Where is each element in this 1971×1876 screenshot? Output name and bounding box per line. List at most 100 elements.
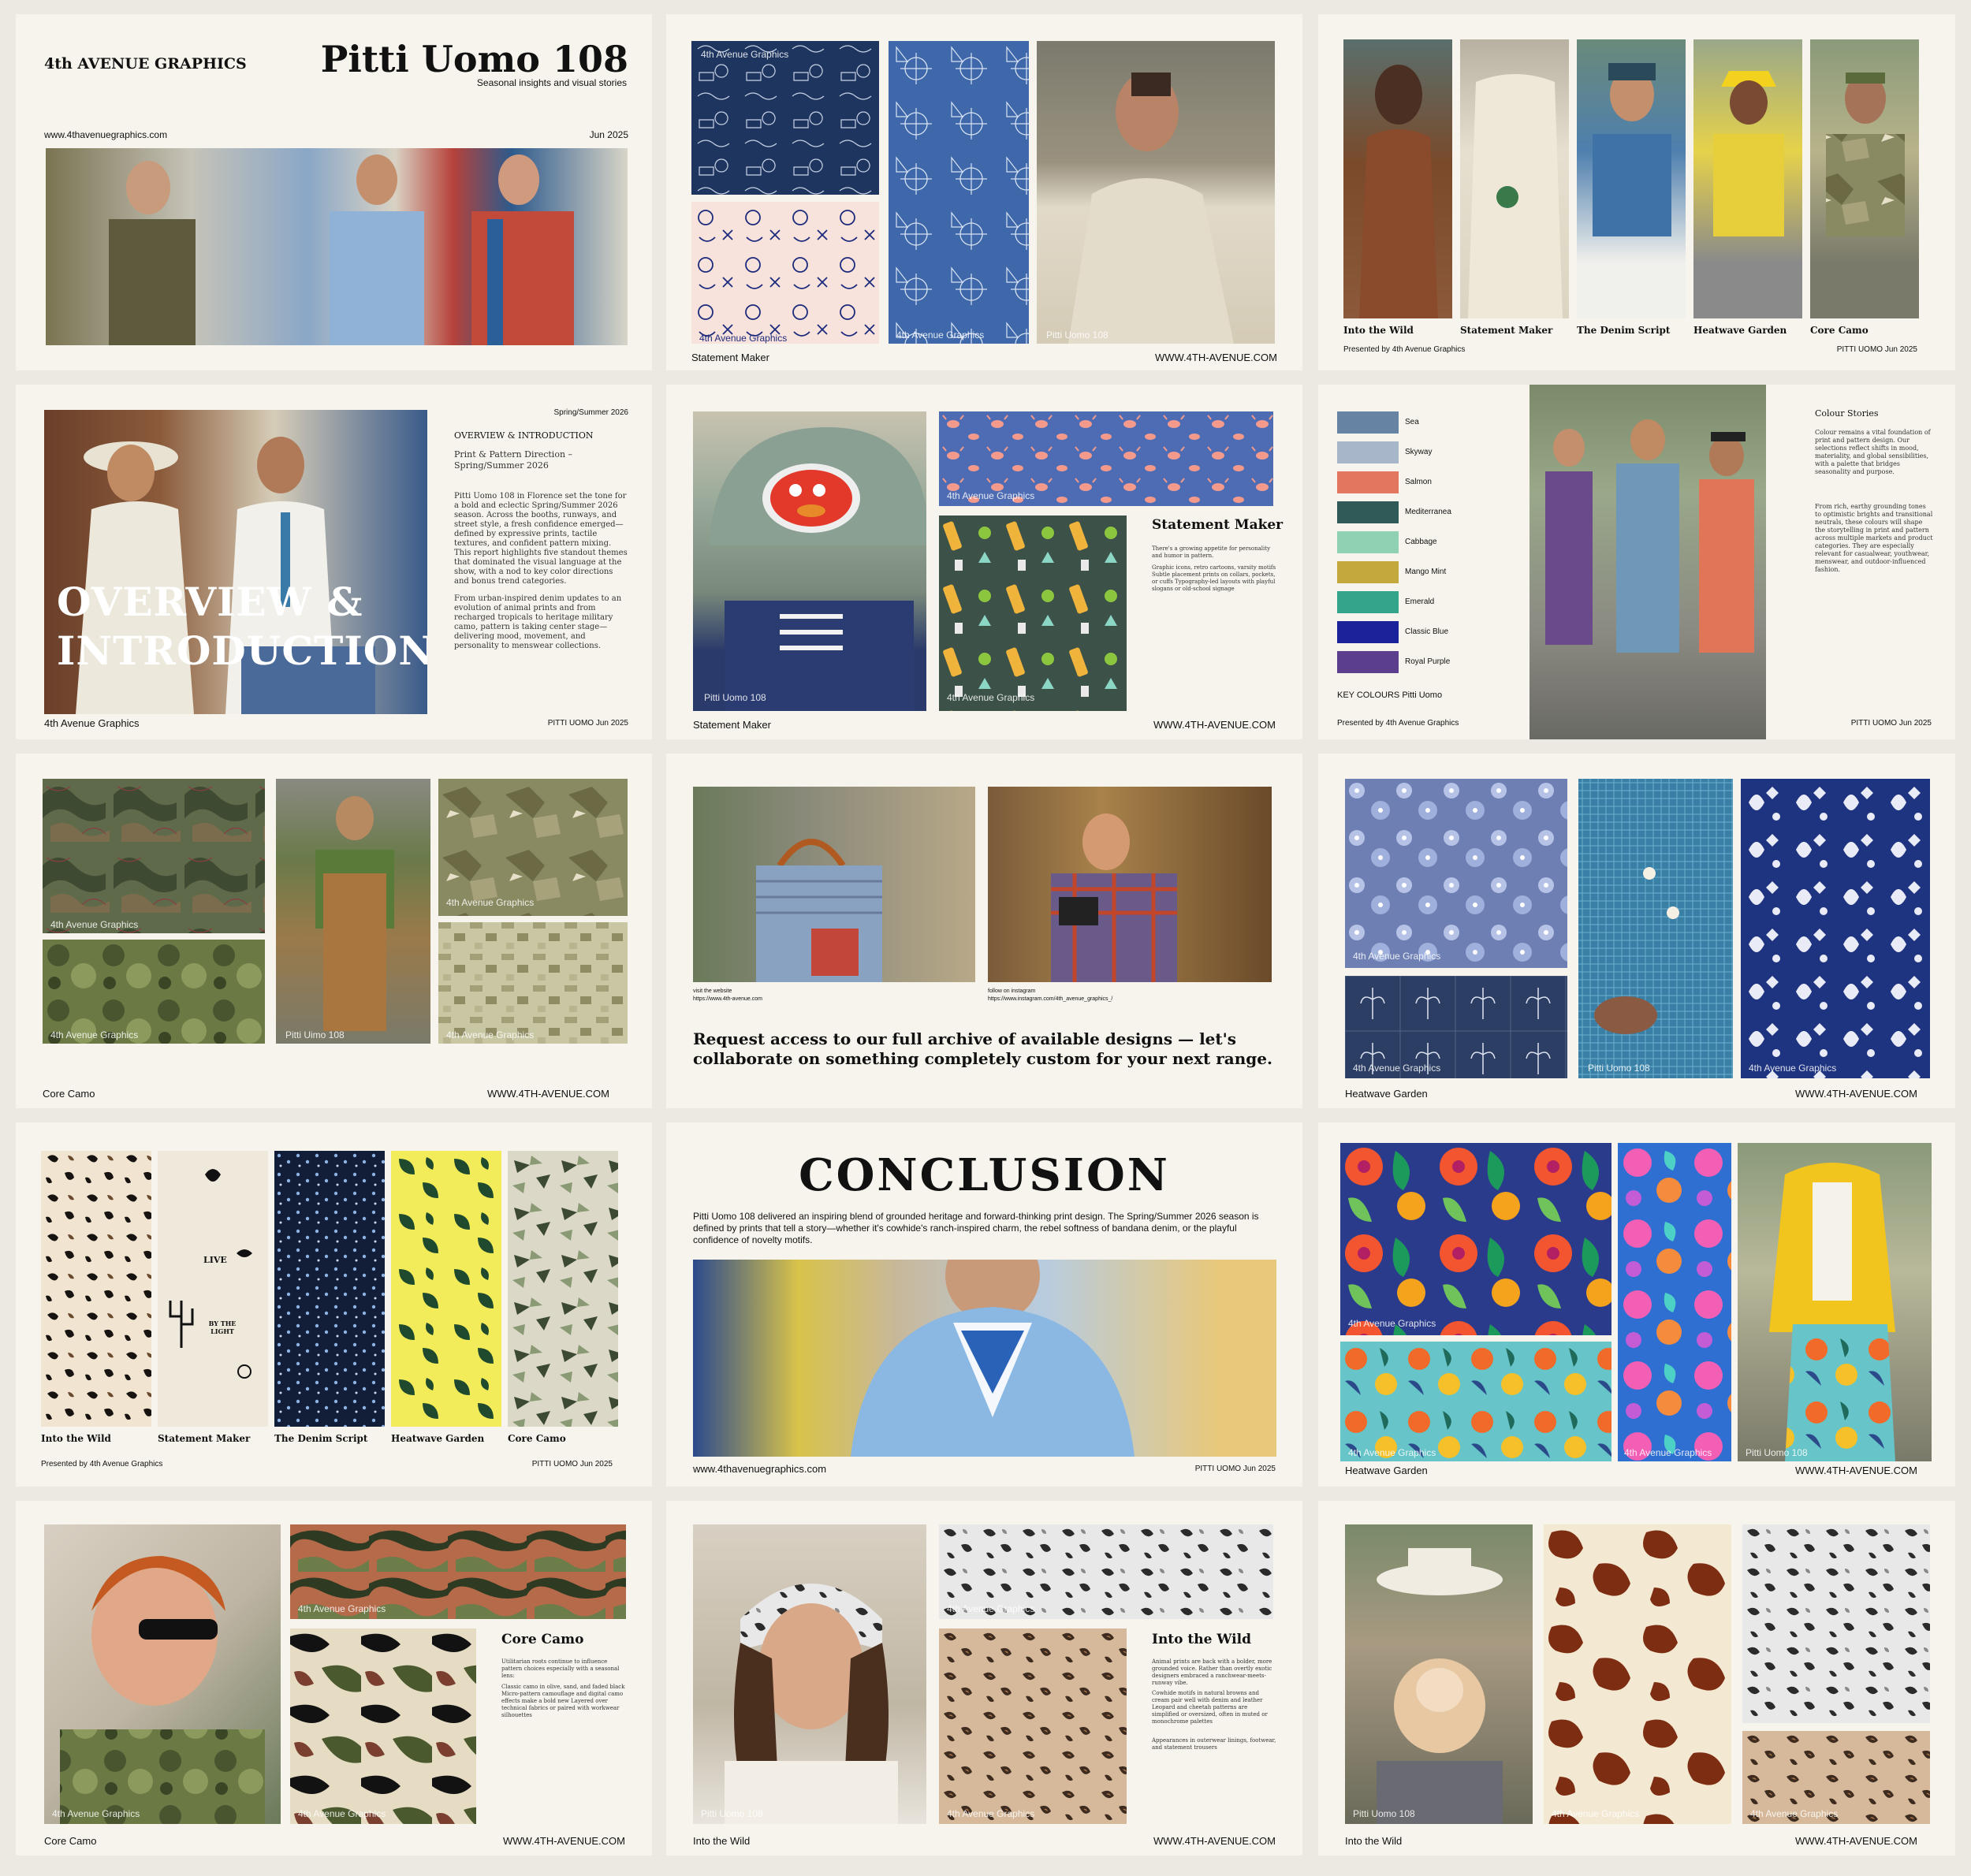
slide-into-the-wild: Pitti Uomo 108 4th Avenue Graphics 4th A… xyxy=(666,1501,1302,1856)
site-url: WWW.4TH-AVENUE.COM xyxy=(1794,1835,1917,1847)
pattern-western-icons: LIVE BY THE LIGHT xyxy=(158,1151,268,1427)
colour-swatch xyxy=(1337,411,1399,434)
slide-theme-patterns: LIVE BY THE LIGHT Into the Wild Statemen… xyxy=(16,1122,652,1487)
cover-date: Jun 2025 xyxy=(589,129,628,140)
theme-label: Core Camo xyxy=(508,1433,566,1444)
site-url: WWW.4TH-AVENUE.COM xyxy=(486,1088,609,1100)
pattern-camo-contour xyxy=(43,779,265,933)
colour-name: Classic Blue xyxy=(1405,627,1449,636)
pattern-camo-olive xyxy=(43,940,265,1044)
pattern-grey-leopard xyxy=(1742,1524,1930,1723)
bandana-photo xyxy=(693,1524,926,1824)
photo-statement-maker xyxy=(1460,39,1569,318)
presented-by: Presented by 4th Avenue Graphics xyxy=(1343,345,1466,354)
footer-date: PITTI UOMO Jun 2025 xyxy=(547,719,628,728)
statement-paragraph-1: There's a growing appetite for personali… xyxy=(1152,545,1271,559)
watermark: 4th Avenue Graphics xyxy=(52,1808,140,1819)
watermark: 4th Avenue Graphics xyxy=(947,490,1035,501)
slide-into-the-wild-patterns: Pitti Uomo 108 4th Avenue Graphics 4th A… xyxy=(1318,1501,1955,1856)
watermark: Pitti Uomo 108 xyxy=(1046,329,1108,341)
overview-photo: OVERVIEW & INTRODUCTION xyxy=(44,410,427,714)
watermark: 4th Avenue Graphics xyxy=(298,1808,386,1819)
footer-url: www.4thavenuegraphics.com xyxy=(693,1463,827,1475)
western-card-text: LIVE xyxy=(203,1255,227,1265)
slide-caption: Core Camo xyxy=(44,1835,97,1847)
wild-paragraph-3: Appearances in outerwear linings, footwe… xyxy=(1152,1737,1276,1751)
pattern-tropical-pink xyxy=(1618,1143,1731,1461)
camera-photo xyxy=(988,787,1272,982)
colour-swatch xyxy=(1337,591,1399,613)
pattern-navy-floral xyxy=(1741,779,1930,1078)
colour-street-photo xyxy=(1529,385,1766,739)
slide-overview: OVERVIEW & INTRODUCTION Spring/Summer 20… xyxy=(16,385,652,739)
colour-name: Emerald xyxy=(1405,597,1435,606)
slide-colour-stories: Sea Skyway Salmon Mediterranea Cabbage Mango … xyxy=(1318,385,1955,739)
watermark: 4th Avenue Graphics xyxy=(50,1029,139,1040)
watermark: 4th Avenue Graphics xyxy=(298,1603,386,1614)
cover-title: Pitti Uomo 108 xyxy=(320,38,628,80)
slide-statement-maker: Pitti Uomo 108 4th Avenue Graphics 4th A… xyxy=(666,385,1302,739)
theme-label: Statement Maker xyxy=(1460,325,1553,336)
presented-by: Presented by 4th Avenue Graphics xyxy=(41,1460,163,1468)
footer-date: PITTI UOMO Jun 2025 xyxy=(1194,1465,1276,1473)
camo-paragraph-2: Classic camo in olive, sand, and faded b… xyxy=(501,1684,625,1718)
wild-paragraph-2: Cowhide motifs in natural browns and cre… xyxy=(1152,1690,1268,1725)
yellow-jacket-photo xyxy=(1738,1143,1932,1461)
theme-label: The Denim Script xyxy=(274,1433,368,1444)
photo-denim-script xyxy=(1577,39,1686,318)
colour-name: Salmon xyxy=(1405,478,1432,486)
pattern-tan-leopard xyxy=(939,1628,1127,1824)
brand-name: 4th AVENUE GRAPHICS xyxy=(44,55,247,73)
bag-photo xyxy=(693,787,975,982)
western-card-text: BY THE LIGHT xyxy=(208,1320,237,1335)
colour-swatch xyxy=(1337,651,1399,673)
slide-contact-cta: visit the website https://www.4th-avenue… xyxy=(666,754,1302,1108)
slide-heatwave-florals: 4th Avenue Graphics 4th Avenue Graphics … xyxy=(1318,754,1955,1108)
photo-heatwave-garden xyxy=(1693,39,1802,318)
website-link[interactable]: https://www.4th-avenue.com xyxy=(693,996,762,1002)
pattern-blue-dots xyxy=(274,1151,385,1427)
pattern-cowhide xyxy=(1544,1524,1731,1824)
cover-photo xyxy=(46,148,628,345)
watermark: 4th Avenue Graphics xyxy=(896,329,985,341)
slide-heatwave-tropical: 4th Avenue Graphics 4th Avenue Graphics … xyxy=(1318,1122,1955,1487)
season-label: Spring/Summer 2026 xyxy=(553,408,629,417)
colour-stories-title: Colour Stories xyxy=(1815,408,1879,419)
site-url: WWW.4TH-AVENUE.COM xyxy=(1794,1465,1917,1476)
site-url: WWW.4TH-AVENUE.COM xyxy=(1153,1835,1276,1847)
theme-label: The Denim Script xyxy=(1577,325,1671,336)
watermark: Pitti Uomo 108 xyxy=(704,692,766,703)
site-url: WWW.4TH-AVENUE.COM xyxy=(502,1835,625,1847)
pattern-navy-swatch xyxy=(691,41,879,195)
colour-name: Skyway xyxy=(1405,448,1433,456)
instagram-link[interactable]: https://www.instagram.com/4th_avenue_gra… xyxy=(988,996,1112,1002)
slide-core-camo: 4th Avenue Graphics 4th Avenue Graphics … xyxy=(16,754,652,1108)
site-url: WWW.4TH-AVENUE.COM xyxy=(1794,1088,1917,1100)
watermark: 4th Avenue Graphics xyxy=(947,1603,1035,1614)
slide-statement-patterns: 4th Avenue Graphics 4th Avenue Graphics … xyxy=(666,14,1302,370)
watermark: 4th Avenue Graphics xyxy=(1749,1063,1837,1074)
pattern-yellow-leaves xyxy=(391,1151,501,1427)
section-subheading: Print & Pattern Direction – Spring/Summe… xyxy=(454,449,573,471)
watermark: 4th Avenue Graphics xyxy=(1353,1063,1441,1074)
colour-name: Royal Purple xyxy=(1405,657,1451,666)
watermark: Pitti Uomo 108 xyxy=(1588,1063,1650,1074)
slide-caption: Statement Maker xyxy=(693,719,771,731)
presented-by: Presented by 4th Avenue Graphics xyxy=(1337,719,1459,728)
colour-name: Sea xyxy=(1405,418,1419,426)
instagram-label: follow on instagram xyxy=(988,988,1036,994)
slide-caption: Statement Maker xyxy=(691,352,769,363)
overview-big-title-1: OVERVIEW & xyxy=(57,579,363,625)
pattern-camo-woodland xyxy=(290,1628,476,1824)
slide-core-camo-detail: 4th Avenue Graphics 4th Avenue Graphics … xyxy=(16,1501,652,1856)
colour-swatch xyxy=(1337,561,1399,583)
photo-into-the-wild xyxy=(1343,39,1452,318)
watermark: 4th Avenue Graphics xyxy=(699,333,788,344)
camo-street-photo xyxy=(276,779,430,1044)
slide-conclusion: CONCLUSION Pitti Uomo 108 delivered an i… xyxy=(666,1122,1302,1487)
wild-title: Into the Wild xyxy=(1152,1632,1251,1647)
cap-photo xyxy=(693,411,926,711)
watermark: Pitti Uomo 108 xyxy=(1353,1808,1415,1819)
theme-label: Into the Wild xyxy=(1343,325,1414,336)
section-heading: OVERVIEW & INTRODUCTION xyxy=(454,430,594,441)
